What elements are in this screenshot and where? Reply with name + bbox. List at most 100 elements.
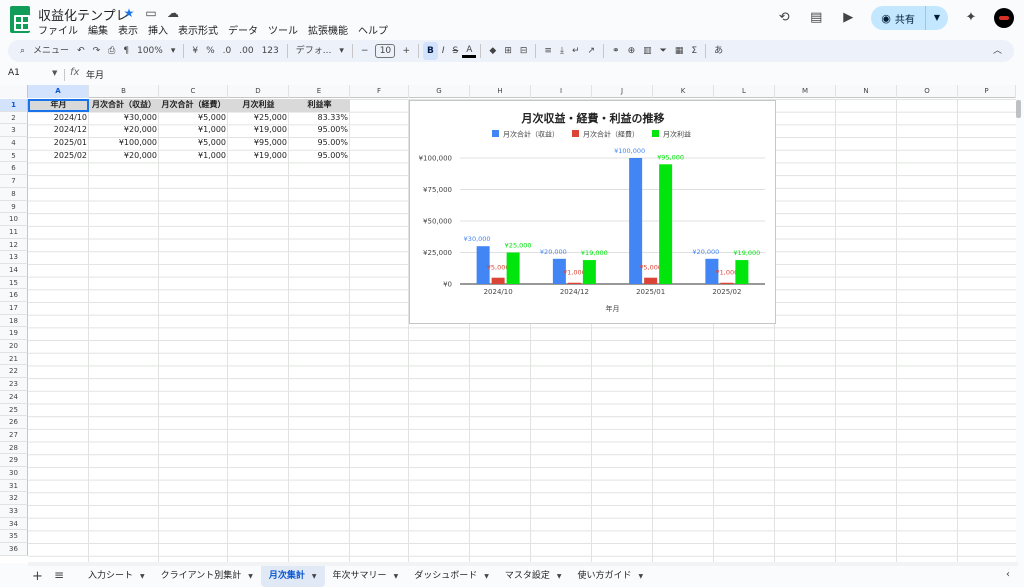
table-cell[interactable]: 2025/01 [28, 137, 89, 150]
row-header[interactable]: 6 [0, 162, 28, 176]
column-header-f[interactable]: F [350, 85, 409, 98]
row-header[interactable]: 18 [0, 314, 28, 328]
bold-button[interactable]: B [422, 42, 438, 60]
table-cell[interactable]: 2024/10 [28, 112, 89, 125]
menu-view[interactable]: 表示 [118, 22, 138, 37]
italic-button[interactable]: I [438, 42, 449, 60]
sheets-logo-icon[interactable] [10, 6, 30, 33]
table-cell[interactable]: ¥95,000 [228, 137, 289, 150]
row-header[interactable]: 32 [0, 492, 28, 505]
row-header[interactable]: 27 [0, 428, 28, 442]
row-header[interactable]: 22 [0, 365, 28, 379]
row-header[interactable]: 17 [0, 302, 28, 315]
header-cell-expense[interactable]: 月次合計（経費） [159, 99, 228, 112]
header-cell-profit[interactable]: 月次利益 [228, 99, 289, 112]
add-sheet-icon[interactable]: + [32, 569, 43, 584]
row-header[interactable]: 11 [0, 225, 28, 239]
vertical-scrollbar[interactable] [1016, 100, 1021, 118]
row-header[interactable]: 16 [0, 289, 28, 302]
star-icon[interactable]: ★ [122, 6, 136, 20]
filter-views-icon[interactable]: ▦ [671, 42, 688, 60]
menu-data[interactable]: データ [228, 22, 258, 37]
row-header[interactable]: 23 [0, 378, 28, 391]
column-header-k[interactable]: K [653, 85, 714, 98]
row-header[interactable]: 26 [0, 416, 28, 429]
meet-icon[interactable]: ▶ [839, 9, 857, 27]
column-header-n[interactable]: N [836, 85, 897, 98]
row-header[interactable]: 8 [0, 187, 28, 201]
chevron-down-icon[interactable]: ▼ [638, 566, 643, 587]
horizontal-align-icon[interactable]: ≡ [540, 42, 556, 60]
borders-icon[interactable]: ⊞ [500, 42, 516, 60]
row-header[interactable]: 36 [0, 543, 28, 556]
row-header[interactable]: 29 [0, 454, 28, 467]
share-dropdown-icon[interactable]: ▼ [924, 6, 948, 30]
vertical-align-icon[interactable]: ⤓ [556, 42, 568, 60]
menu-search-button[interactable]: メニュー [29, 42, 73, 60]
menu-extensions[interactable]: 拡張機能 [308, 22, 348, 37]
table-cell[interactable]: ¥19,000 [228, 150, 289, 163]
row-header[interactable]: 25 [0, 403, 28, 417]
chevron-down-icon[interactable]: ▼ [248, 566, 253, 587]
menu-edit[interactable]: 編集 [88, 22, 108, 37]
column-header-d[interactable]: D [228, 85, 289, 98]
row-header[interactable]: 19 [0, 327, 28, 341]
version-history-icon[interactable]: ⟲ [775, 9, 793, 27]
functions-button[interactable]: Σ [687, 42, 701, 60]
column-header-g[interactable]: G [409, 85, 470, 98]
redo-icon[interactable]: ↷ [89, 42, 105, 60]
decrease-decimal-button[interactable]: .0 [219, 42, 236, 60]
column-header-l[interactable]: L [714, 85, 775, 98]
account-avatar[interactable] [994, 8, 1014, 28]
column-header-o[interactable]: O [897, 85, 958, 98]
row-header[interactable]: 5 [0, 149, 28, 163]
input-tools-button[interactable]: あ [710, 42, 727, 60]
font-select[interactable]: デフォ... [292, 42, 336, 60]
font-size-input[interactable]: 10 [375, 44, 396, 58]
table-cell[interactable]: ¥1,000 [159, 150, 228, 163]
text-wrap-icon[interactable]: ↵ [568, 42, 584, 60]
menu-insert[interactable]: 挿入 [148, 22, 168, 37]
table-cell[interactable]: 2025/02 [28, 150, 89, 163]
sheet-tab[interactable]: 使い方ガイド ▼ [569, 566, 651, 587]
column-header-i[interactable]: I [531, 85, 592, 98]
header-cell-month[interactable]: 年月 [28, 99, 89, 112]
merge-cells-icon[interactable]: ⊟ [516, 42, 532, 60]
column-header-b[interactable]: B [89, 85, 159, 98]
chevron-left-icon[interactable]: ‹ [1006, 569, 1010, 580]
chevron-down-icon[interactable]: ▼ [484, 566, 489, 587]
column-header-m[interactable]: M [775, 85, 836, 98]
embedded-chart[interactable]: 月次収益・経費・利益の推移 月次合計（収益） 月次合計（経費） 月次利益 ¥0 ¥25,0… [409, 100, 776, 324]
text-rotation-icon[interactable]: ↗ [584, 42, 600, 60]
row-header[interactable]: 31 [0, 479, 28, 493]
row-header[interactable]: 34 [0, 517, 28, 531]
row-header[interactable]: 35 [0, 530, 28, 544]
table-cell[interactable]: 95.00% [289, 150, 350, 163]
table-cell[interactable]: ¥5,000 [159, 137, 228, 150]
comments-icon[interactable]: ▤ [807, 9, 825, 27]
column-header-e[interactable]: E [289, 85, 350, 98]
row-header[interactable]: 10 [0, 213, 28, 226]
chevron-down-icon[interactable]: ▼ [557, 566, 562, 587]
chevron-down-icon[interactable]: ▼ [140, 566, 145, 587]
undo-icon[interactable]: ↶ [73, 42, 89, 60]
sheet-tab[interactable]: ダッシュボード ▼ [406, 566, 497, 587]
table-cell[interactable]: ¥30,000 [89, 112, 159, 125]
zoom-select[interactable]: 100% [133, 42, 167, 60]
font-size-increase-icon[interactable]: + [398, 42, 414, 60]
row-header[interactable]: 9 [0, 200, 28, 214]
print-icon[interactable]: ⎙ [104, 42, 119, 60]
chevron-down-icon[interactable]: ▾ [335, 42, 348, 60]
table-cell[interactable]: 95.00% [289, 124, 350, 137]
column-header-a[interactable]: A [28, 85, 89, 98]
row-header[interactable]: 14 [0, 263, 28, 277]
table-cell[interactable]: ¥20,000 [89, 124, 159, 137]
search-icon[interactable]: ⌕ [16, 42, 29, 60]
row-header[interactable]: 28 [0, 441, 28, 455]
cloud-status-icon[interactable]: ☁ [166, 6, 180, 20]
menu-help[interactable]: ヘルプ [358, 22, 388, 37]
insert-comment-icon[interactable]: ⊕ [624, 42, 640, 60]
table-cell[interactable]: ¥100,000 [89, 137, 159, 150]
select-all-corner[interactable] [0, 85, 28, 98]
font-size-decrease-icon[interactable]: − [357, 42, 373, 60]
